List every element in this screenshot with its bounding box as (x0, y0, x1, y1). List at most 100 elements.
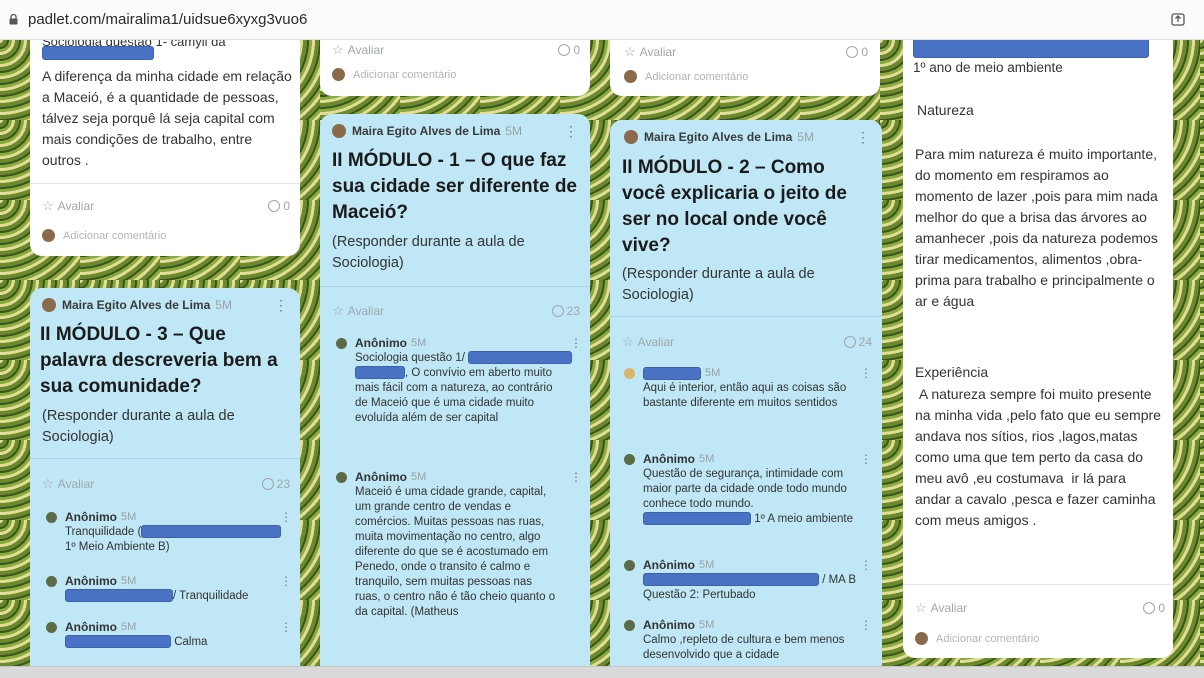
comment-time: 5M (121, 621, 137, 633)
post-card-top[interactable]: ☆ Avaliar 0 Adicionar comentário (610, 40, 880, 96)
comment-item[interactable]: 5M ⋮ Aqui é interior, então aqui as cois… (624, 366, 872, 411)
comment-text: Questão de segurança, intimidade com mai… (643, 468, 847, 510)
redacted-name (355, 366, 405, 380)
post-card-modulo-1[interactable]: Maira Egito Alves de Lima 5M ⋮ II MÓDULO… (320, 114, 590, 666)
avatar (46, 512, 57, 523)
avatar (46, 576, 57, 587)
comment-item[interactable]: Anônimo 5M ⋮ / Tranquilidade (46, 574, 292, 604)
comment-bubble-icon (843, 336, 856, 348)
comment-item[interactable]: Anônimo 5M ⋮ Tranquilidade ( 1º Meio Ambi… (46, 510, 292, 555)
star-icon[interactable]: ☆ (624, 44, 636, 60)
star-icon[interactable]: ☆ (332, 42, 344, 58)
url-text[interactable]: padlet.com/mairalima1/uidsue6xyxg3vuo6 (28, 11, 307, 28)
more-options-icon[interactable]: ⋮ (860, 558, 872, 573)
divider (903, 584, 1173, 585)
star-icon[interactable]: ☆ (915, 600, 927, 616)
comment-time: 5M (121, 511, 137, 523)
post-subtitle: 1º ano de meio ambiente (913, 60, 1063, 75)
browser-url-bar[interactable]: padlet.com/mairalima1/uidsue6xyxg3vuo6 (0, 0, 1204, 40)
redacted-name (643, 573, 819, 587)
comment-item[interactable]: Anônimo 5M ⋮ Sociologia questão 1/ , O co… (336, 336, 582, 426)
more-options-icon[interactable]: ⋮ (270, 298, 292, 312)
add-comment-row[interactable]: Adicionar comentário (624, 70, 748, 83)
add-comment-row[interactable]: Adicionar comentário (42, 229, 166, 242)
post-header: Maira Egito Alves de Lima 5M ⋮ (332, 124, 582, 138)
add-comment-label[interactable]: Adicionar comentário (645, 71, 748, 83)
comment-item[interactable]: Anônimo 5M ⋮ Maceió é uma cidade grande, … (336, 470, 582, 620)
comment-count[interactable]: 0 (1143, 601, 1165, 615)
avatar (336, 338, 347, 349)
comment-count[interactable]: 0 (846, 45, 868, 59)
more-options-icon[interactable]: ⋮ (860, 618, 872, 633)
author-name[interactable]: Maira Egito Alves de Lima (62, 298, 210, 312)
rate-button[interactable]: Avaliar (348, 43, 384, 57)
more-options-icon[interactable]: ⋮ (280, 574, 292, 589)
add-comment-row[interactable]: Adicionar comentário (332, 68, 456, 81)
comment-item[interactable]: Anônimo 5M ⋮ / MA B Questão 2: Pertubado (624, 558, 872, 603)
redacted-name (65, 635, 171, 649)
author-avatar (624, 130, 638, 144)
comment-bubble-icon (846, 46, 859, 58)
star-icon[interactable]: ☆ (42, 476, 54, 492)
more-options-icon[interactable]: ⋮ (280, 620, 292, 635)
add-comment-label[interactable]: Adicionar comentário (936, 633, 1039, 645)
more-options-icon[interactable]: ⋮ (860, 452, 872, 467)
star-icon[interactable]: ☆ (622, 334, 634, 350)
comment-count[interactable]: 0 (558, 43, 580, 57)
reaction-row: ☆ Avaliar 0 (42, 198, 290, 214)
avatar (915, 632, 928, 645)
post-card-top[interactable]: ☆ Avaliar 0 Adicionar comentário (320, 40, 590, 96)
post-text: Para mim natureza é muito importante, do… (915, 146, 1158, 309)
post-card-modulo-3[interactable]: Maira Egito Alves de Lima 5M ⋮ II MÓDULO… (30, 288, 300, 666)
avatar (624, 620, 635, 631)
post-card-modulo-2[interactable]: Maira Egito Alves de Lima 5M ⋮ II MÓDULO… (610, 120, 882, 666)
more-options-icon[interactable]: ⋮ (570, 470, 582, 485)
comment-time: 5M (705, 367, 721, 379)
comment-text: Sociologia questão 1/ (355, 352, 465, 364)
comment-count[interactable]: 23 (551, 304, 580, 318)
comment-count[interactable]: 23 (261, 477, 290, 491)
author-name[interactable]: Maira Egito Alves de Lima (352, 124, 500, 138)
comment-item[interactable]: Anônimo 5M ⋮ Calmo ,repleto de cultura e … (624, 618, 872, 663)
share-icon[interactable] (1170, 11, 1186, 27)
add-comment-label[interactable]: Adicionar comentário (353, 69, 456, 81)
comment-text: / MA B (822, 574, 857, 586)
more-options-icon[interactable]: ⋮ (560, 124, 582, 138)
star-icon[interactable]: ☆ (332, 303, 344, 319)
comment-time: 5M (699, 453, 715, 465)
more-options-icon[interactable]: ⋮ (860, 366, 872, 381)
post-text: (Responder durante a aula de Sociologia) (622, 266, 815, 303)
rate-button[interactable]: Avaliar (931, 601, 967, 615)
avatar (336, 472, 347, 483)
rate-button[interactable]: Avaliar (638, 335, 674, 349)
reaction-row: ☆ Avaliar 0 (624, 44, 868, 60)
comment-item[interactable]: Anônimo 5M ⋮ Calma (46, 620, 292, 650)
comment-author: Anônimo (355, 470, 407, 484)
divider (30, 183, 300, 184)
comment-bubble-icon (558, 44, 571, 56)
comment-count[interactable]: 0 (268, 199, 290, 213)
post-card-natureza[interactable]: 1º ano de meio ambiente Natureza Para mi… (903, 40, 1173, 658)
author-name[interactable]: Maira Egito Alves de Lima (644, 130, 792, 144)
comment-item[interactable]: Anônimo 5M ⋮ Questão de segurança, intimi… (624, 452, 872, 527)
rate-button[interactable]: Avaliar (348, 304, 384, 318)
more-options-icon[interactable]: ⋮ (280, 510, 292, 525)
more-options-icon[interactable]: ⋮ (852, 130, 874, 144)
post-text: (Responder durante a aula de Sociologia) (42, 408, 235, 445)
star-icon[interactable]: ☆ (42, 198, 54, 214)
author-avatar (332, 124, 346, 138)
redacted-name (65, 589, 173, 603)
section-heading: Experiência (915, 364, 989, 380)
post-time: 5M (797, 130, 814, 144)
rate-button[interactable]: Avaliar (58, 477, 94, 491)
post-card-camyll[interactable]: Sociologia questão 1- camyll da A difere… (30, 40, 300, 256)
rate-button[interactable]: Avaliar (640, 45, 676, 59)
comment-count[interactable]: 24 (843, 335, 872, 349)
add-comment-row[interactable]: Adicionar comentário (915, 632, 1039, 645)
reaction-row: ☆ Avaliar 23 (42, 476, 290, 492)
comment-bubble-icon (268, 200, 281, 212)
rate-button[interactable]: Avaliar (58, 199, 94, 213)
divider (30, 458, 300, 459)
more-options-icon[interactable]: ⋮ (570, 336, 582, 351)
add-comment-label[interactable]: Adicionar comentário (63, 230, 166, 242)
